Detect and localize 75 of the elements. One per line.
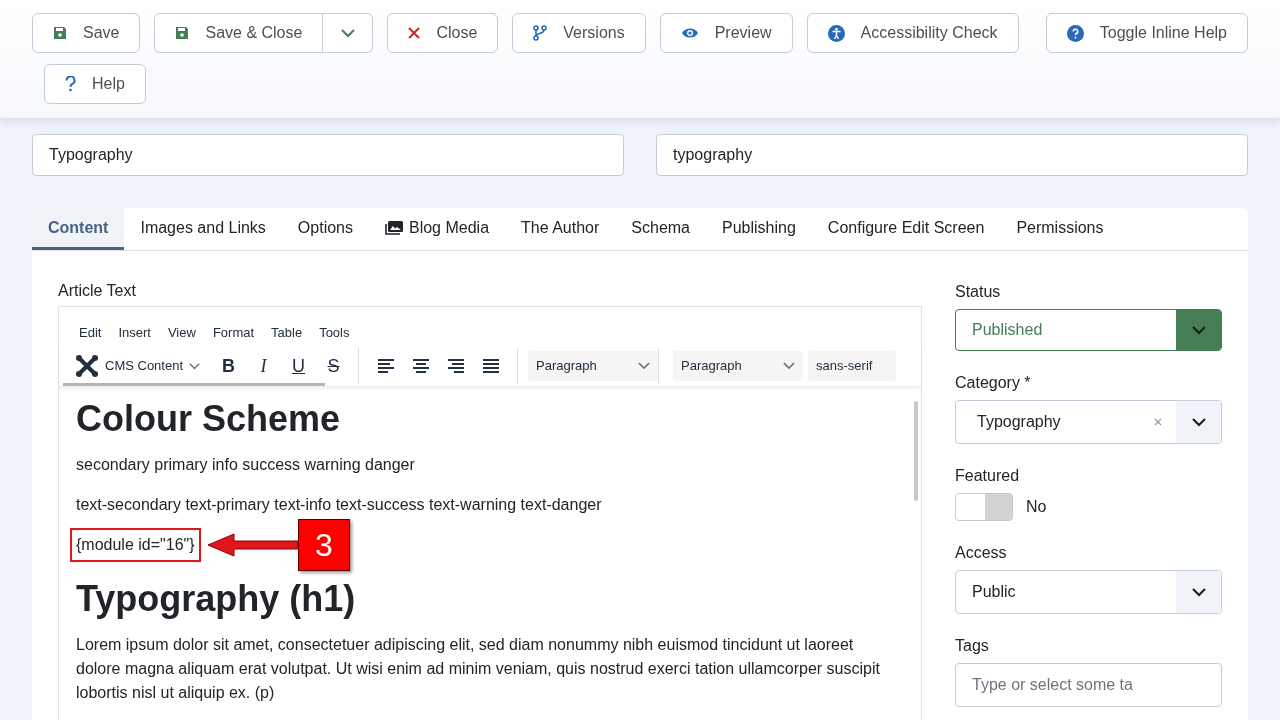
chevron-down-icon [189,362,201,370]
menu-item[interactable]: Edit [79,323,102,343]
tab[interactable]: The Author [505,208,616,250]
text-field[interactable]: typography [656,134,1248,176]
chevron-down-icon [340,28,355,38]
chevron-down-icon [638,362,651,370]
tab[interactable]: Publishing [706,208,812,250]
field-label: Category * [955,373,1032,393]
field-label: Status [955,282,1002,302]
field-label: Featured [955,466,1021,486]
select-field[interactable]: Public [955,570,1222,614]
tab[interactable]: Blog Media [369,208,506,250]
tab[interactable]: Permissions [1000,208,1120,250]
chevron-down-icon [1191,587,1206,597]
toolbar-button[interactable]: Preview [659,13,793,53]
format-button[interactable]: I [247,351,281,381]
chevron-down-icon [1191,417,1206,427]
toolbar-button[interactable]: Accessibility Check [806,13,1019,53]
tab[interactable]: Content [32,208,125,250]
tab[interactable]: Options [281,208,369,250]
save-icon [53,26,67,40]
toggle-label: No [1026,497,1047,517]
menu-item[interactable]: Table [271,323,303,343]
select-dropdown[interactable]: sans-serif [808,351,897,381]
save-icon [175,26,190,40]
justify-icon [481,358,500,374]
paragraph: Lorem ipsum dolor sit amet, consectetuer adipiscing elit, sed diam nonummy nibh euismod tincidunt ut laoreet dolore magna aliquam erat volutpat. Ut wisi enim ad minim veniam, quis nostrud exerci tation ullamcorper suscipit lobortis nisl ut aliquip ex. (p) [76,634,881,703]
align-right-icon [446,358,465,374]
field-label: Tags [955,636,990,656]
heading: Colour Scheme [76,398,342,439]
toolbar-button[interactable]: Versions [512,13,646,53]
menu-item[interactable]: Insert [118,323,151,343]
tags-field[interactable]: Type or select some ta [955,663,1222,707]
callout-number: 3 [298,518,350,571]
toolbar-button[interactable]: Toggle Inline Help [1045,13,1248,53]
paragraph: secondary primary info success warning danger [76,454,416,475]
tab[interactable]: Schema [615,208,706,250]
format-button[interactable]: B [212,351,246,381]
field-label: Access [955,543,1008,563]
format-button[interactable]: S [317,351,351,381]
chevron-down-icon [1191,325,1206,335]
toolbar-button[interactable]: Save [32,13,141,53]
accessibility-icon [827,24,845,42]
format-button[interactable]: U [282,351,316,381]
image-icon [385,220,403,235]
shortcode-text: {module id="16"} [70,527,201,562]
close-icon [408,27,421,39]
text-field[interactable]: Typography [32,134,624,176]
help-icon [1066,24,1084,42]
menu-item[interactable]: Tools [319,323,350,343]
branch-icon [533,25,548,41]
logo-icon [75,354,99,378]
tab[interactable]: Configure Edit Screen [811,208,1001,250]
paragraph: text-secondary text-primary text-info text-success text-warning text-danger [76,494,603,515]
help-icon [65,76,76,92]
field-label: Article Text [58,281,137,301]
select-dropdown[interactable]: Paragraph [673,351,804,381]
align-left-icon [376,358,395,374]
toolbar-button[interactable]: Close [387,13,499,53]
menu-item[interactable]: View [167,323,196,343]
select-field[interactable]: Typography [955,400,1222,444]
toolbar-button[interactable]: Save & Close [154,13,324,53]
scrollbar[interactable] [914,401,918,501]
clear-icon [1154,418,1162,426]
heading: Typography (h1) [76,578,357,619]
tab[interactable]: Images and Links [124,208,282,250]
select-dropdown[interactable]: Paragraph [528,351,659,381]
chevron-down-icon [783,362,796,370]
toolbar-button[interactable]: Help [44,64,146,104]
eye-icon [680,27,699,39]
toggle-switch[interactable] [955,493,1013,521]
menu-item[interactable]: Format [212,323,255,343]
cms-content-button[interactable]: CMS Content [75,351,205,381]
status-select[interactable]: Published [955,309,1222,351]
align-center-icon [411,358,430,374]
